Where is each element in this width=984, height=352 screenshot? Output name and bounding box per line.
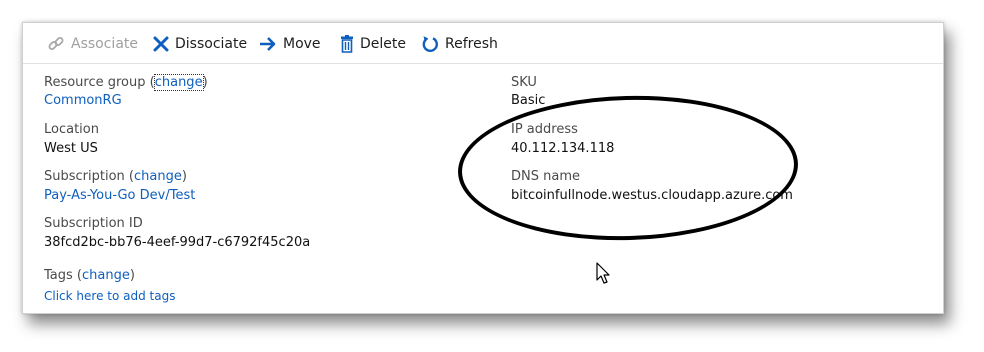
arrow-right-icon bbox=[260, 37, 276, 51]
mouse-cursor-icon bbox=[596, 262, 610, 284]
move-label: Move bbox=[283, 36, 321, 52]
close-icon bbox=[153, 36, 169, 52]
associate-label: Associate bbox=[71, 36, 138, 52]
dissociate-button[interactable]: Dissociate bbox=[153, 33, 247, 55]
link-icon bbox=[48, 37, 64, 50]
refresh-icon bbox=[422, 36, 438, 52]
tags-label-text: Tags ( bbox=[44, 268, 82, 283]
refresh-button[interactable]: Refresh bbox=[421, 33, 498, 55]
location-value: West US bbox=[44, 141, 98, 156]
command-toolbar: Associate Dissociate Move Delete Refresh bbox=[23, 23, 943, 64]
subscription-id-label: Subscription ID bbox=[44, 216, 143, 231]
dns-name-value: bitcoinfullnode.westus.cloudapp.azure.co… bbox=[511, 188, 793, 203]
ip-address-label: IP address bbox=[511, 122, 578, 137]
subscription-value-link[interactable]: Pay-As-You-Go Dev/Test bbox=[44, 188, 195, 203]
associate-button[interactable]: Associate bbox=[47, 33, 138, 55]
delete-button[interactable]: Delete bbox=[340, 33, 406, 55]
add-tags-link[interactable]: Click here to add tags bbox=[44, 289, 175, 303]
subscription-label: Subscription (change) bbox=[44, 169, 187, 184]
sku-label: SKU bbox=[511, 75, 537, 90]
resource-group-label-text: Resource group ( bbox=[44, 75, 155, 90]
trash-icon bbox=[341, 35, 353, 53]
dissociate-label: Dissociate bbox=[175, 36, 248, 52]
tags-label: Tags (change) bbox=[44, 268, 135, 283]
dns-name-label: DNS name bbox=[511, 169, 580, 184]
subscription-label-close: ) bbox=[181, 169, 187, 184]
resource-group-label: Resource group (change) bbox=[44, 74, 208, 91]
move-button[interactable]: Move bbox=[259, 33, 321, 55]
resource-essentials-panel: Associate Dissociate Move Delete Refresh… bbox=[22, 22, 944, 314]
sku-value: Basic bbox=[511, 93, 546, 108]
resource-group-label-close: ) bbox=[202, 75, 208, 90]
location-label: Location bbox=[44, 122, 99, 137]
refresh-label: Refresh bbox=[445, 36, 498, 52]
resource-group-value-link[interactable]: CommonRG bbox=[44, 93, 122, 108]
delete-label: Delete bbox=[360, 36, 406, 52]
ip-address-value: 40.112.134.118 bbox=[511, 141, 615, 156]
tags-label-close: ) bbox=[129, 268, 135, 283]
subscription-change-link[interactable]: change bbox=[134, 169, 182, 184]
subscription-label-text: Subscription ( bbox=[44, 169, 134, 184]
subscription-id-value: 38fcd2bc-bb76-4eef-99d7-c6792f45c20a bbox=[44, 235, 311, 250]
resource-group-change-link[interactable]: change bbox=[153, 74, 204, 91]
tags-change-link[interactable]: change bbox=[82, 268, 130, 283]
